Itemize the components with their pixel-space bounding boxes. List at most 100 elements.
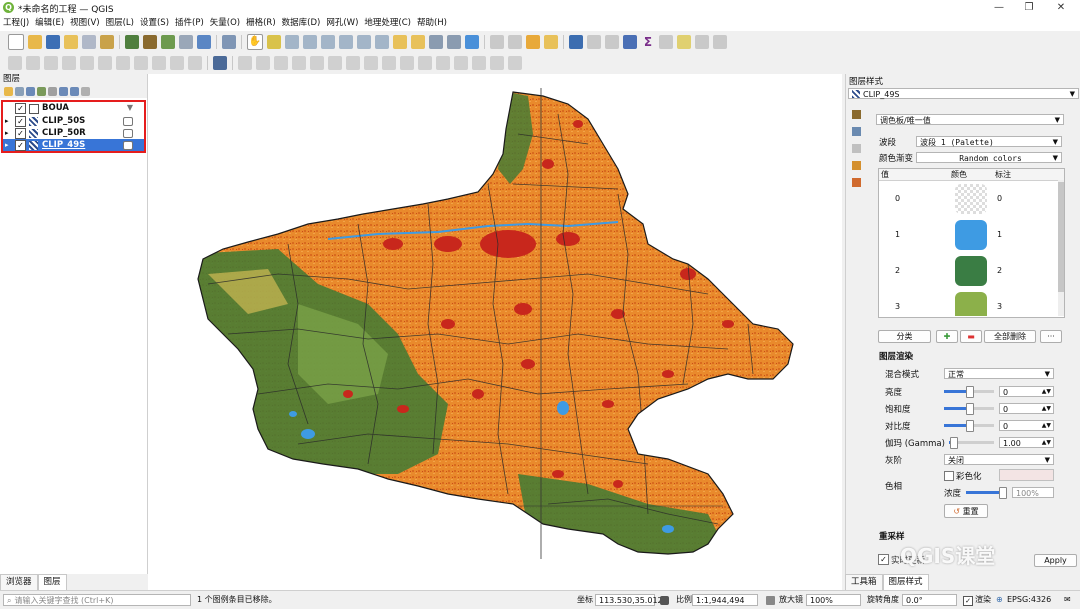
zoom-last-icon[interactable] (393, 35, 407, 49)
collapse-all-icon[interactable] (70, 87, 79, 96)
remove-layer-icon[interactable] (81, 87, 90, 96)
toggle-editing-icon[interactable] (26, 56, 40, 70)
measure-icon[interactable] (659, 35, 673, 49)
menu-plugins[interactable]: 插件(P) (172, 16, 207, 31)
zoom-in-icon[interactable] (285, 35, 299, 49)
spin-arrows-icon[interactable]: ▲▼ (1042, 403, 1051, 414)
remove-value-icon[interactable]: ▬ (960, 330, 982, 343)
add-ring-icon[interactable] (310, 56, 324, 70)
statistics-sigma-icon[interactable]: Σ (641, 35, 655, 49)
save-project-icon[interactable] (46, 35, 60, 49)
map-canvas[interactable] (148, 74, 842, 590)
brightness-slider[interactable] (944, 386, 994, 398)
strength-slider[interactable] (966, 487, 1007, 499)
rotate-point-icon[interactable] (508, 56, 522, 70)
new-print-layout-icon[interactable] (64, 35, 78, 49)
crs-label[interactable]: EPSG:4326 (1007, 594, 1051, 606)
pan-tool-icon[interactable]: ✋ (247, 34, 263, 50)
tab-browser[interactable]: 浏览器 (0, 574, 38, 590)
zoom-layer-icon[interactable] (357, 35, 371, 49)
close-button[interactable]: ✕ (1046, 0, 1076, 16)
redo-icon[interactable] (188, 56, 202, 70)
coordinate-field[interactable]: 113.530,35.012 (595, 594, 663, 606)
menu-settings[interactable]: 设置(S) (137, 16, 172, 31)
database-icon[interactable] (213, 56, 227, 70)
table-row[interactable]: 2 2 (879, 254, 1057, 288)
text-annotation-icon[interactable] (713, 35, 727, 49)
spin-arrows-icon[interactable]: ▲▼ (1042, 386, 1051, 397)
field-calc-icon[interactable] (605, 35, 619, 49)
colorize-color-button[interactable] (999, 469, 1054, 481)
rotate-feature-icon[interactable] (274, 56, 288, 70)
color-swatch[interactable] (955, 292, 987, 316)
contrast-slider[interactable] (944, 420, 994, 432)
locator-search-input[interactable]: ⌕ 请输入关键字查找 (Ctrl+K) (3, 594, 191, 606)
filter-legend-icon[interactable] (37, 87, 46, 96)
color-ramp-dropdown[interactable]: Random colors ▼ (916, 152, 1062, 163)
globe-icon[interactable]: ⊕ (996, 594, 1003, 606)
manage-themes-icon[interactable] (26, 87, 35, 96)
color-swatch[interactable] (955, 220, 987, 250)
saturation-slider[interactable] (944, 403, 994, 415)
zoom-native-icon[interactable] (375, 35, 389, 49)
temporal-controller-icon[interactable] (447, 35, 461, 49)
menu-project[interactable]: 工程(J) (0, 16, 32, 31)
layer-select-dropdown[interactable]: CLIP_49S ▼ (848, 88, 1079, 99)
saturation-spinbox[interactable]: 0 ▲▼ (999, 403, 1054, 414)
python-console-icon[interactable] (222, 35, 236, 49)
tab-toolbox[interactable]: 工具箱 (845, 574, 883, 590)
transparency-icon[interactable] (852, 127, 861, 136)
render-checkbox[interactable]: ✓ (963, 596, 973, 606)
table-row[interactable]: 1 1 (879, 218, 1057, 252)
strength-spinbox[interactable]: 100% (1012, 487, 1054, 498)
add-raster-icon[interactable] (143, 35, 157, 49)
gamma-slider[interactable] (949, 437, 994, 449)
style-manager-icon[interactable] (100, 35, 114, 49)
offset-curve-icon[interactable] (418, 56, 432, 70)
color-swatch[interactable] (955, 256, 987, 286)
menu-view[interactable]: 视图(V) (67, 16, 102, 31)
tab-layers[interactable]: 图层 (37, 574, 67, 590)
expand-all-icon[interactable] (59, 87, 68, 96)
band-dropdown[interactable]: 波段 1 (Palette) ▼ (916, 136, 1062, 147)
open-project-icon[interactable] (28, 35, 42, 49)
processing-toolbox-icon[interactable] (623, 35, 637, 49)
split-parts-icon[interactable] (454, 56, 468, 70)
cut-features-icon[interactable] (116, 56, 130, 70)
add-value-icon[interactable]: ✚ (936, 330, 958, 343)
history-icon[interactable] (852, 178, 861, 187)
zoom-out-icon[interactable] (303, 35, 317, 49)
table-scrollbar[interactable] (1058, 180, 1064, 316)
new-project-icon[interactable] (8, 34, 24, 50)
reshape-icon[interactable] (400, 56, 414, 70)
new-map-view-icon[interactable] (429, 35, 443, 49)
identify-icon[interactable] (569, 35, 583, 49)
spin-arrows-icon[interactable]: ▲▼ (1042, 420, 1051, 431)
move-feature-icon[interactable] (256, 56, 270, 70)
map-tips-icon[interactable] (677, 35, 691, 49)
more-options-button[interactable]: ··· (1040, 330, 1062, 343)
fill-ring-icon[interactable] (346, 56, 360, 70)
deselect-icon[interactable] (526, 35, 540, 49)
delete-ring-icon[interactable] (364, 56, 378, 70)
undo-icon[interactable] (170, 56, 184, 70)
paste-features-icon[interactable] (152, 56, 166, 70)
minimize-button[interactable]: — (984, 0, 1014, 16)
rotation-field[interactable]: 0.0° (902, 594, 957, 606)
renderer-dropdown[interactable]: 调色板/唯一值 ▼ (876, 114, 1064, 125)
add-vector-icon[interactable] (161, 35, 175, 49)
attribute-table-icon[interactable] (587, 35, 601, 49)
reset-button[interactable]: ↺ 重置 (944, 504, 988, 518)
zoom-full-icon[interactable] (321, 35, 335, 49)
blend-mode-dropdown[interactable]: 正常 ▼ (944, 368, 1054, 379)
tab-layer-styling[interactable]: 图层样式 (882, 574, 929, 590)
scale-field[interactable]: 1:1,944,494 (692, 594, 758, 606)
delete-selected-icon[interactable] (98, 56, 112, 70)
colorize-checkbox[interactable] (944, 471, 954, 481)
histogram-icon[interactable] (852, 144, 861, 153)
menu-layer[interactable]: 图层(L) (103, 16, 137, 31)
merge-features-icon[interactable] (472, 56, 486, 70)
messages-icon[interactable]: ✉ (1064, 594, 1071, 606)
color-swatch[interactable] (955, 184, 987, 214)
menu-database[interactable]: 数据库(D) (279, 16, 324, 31)
